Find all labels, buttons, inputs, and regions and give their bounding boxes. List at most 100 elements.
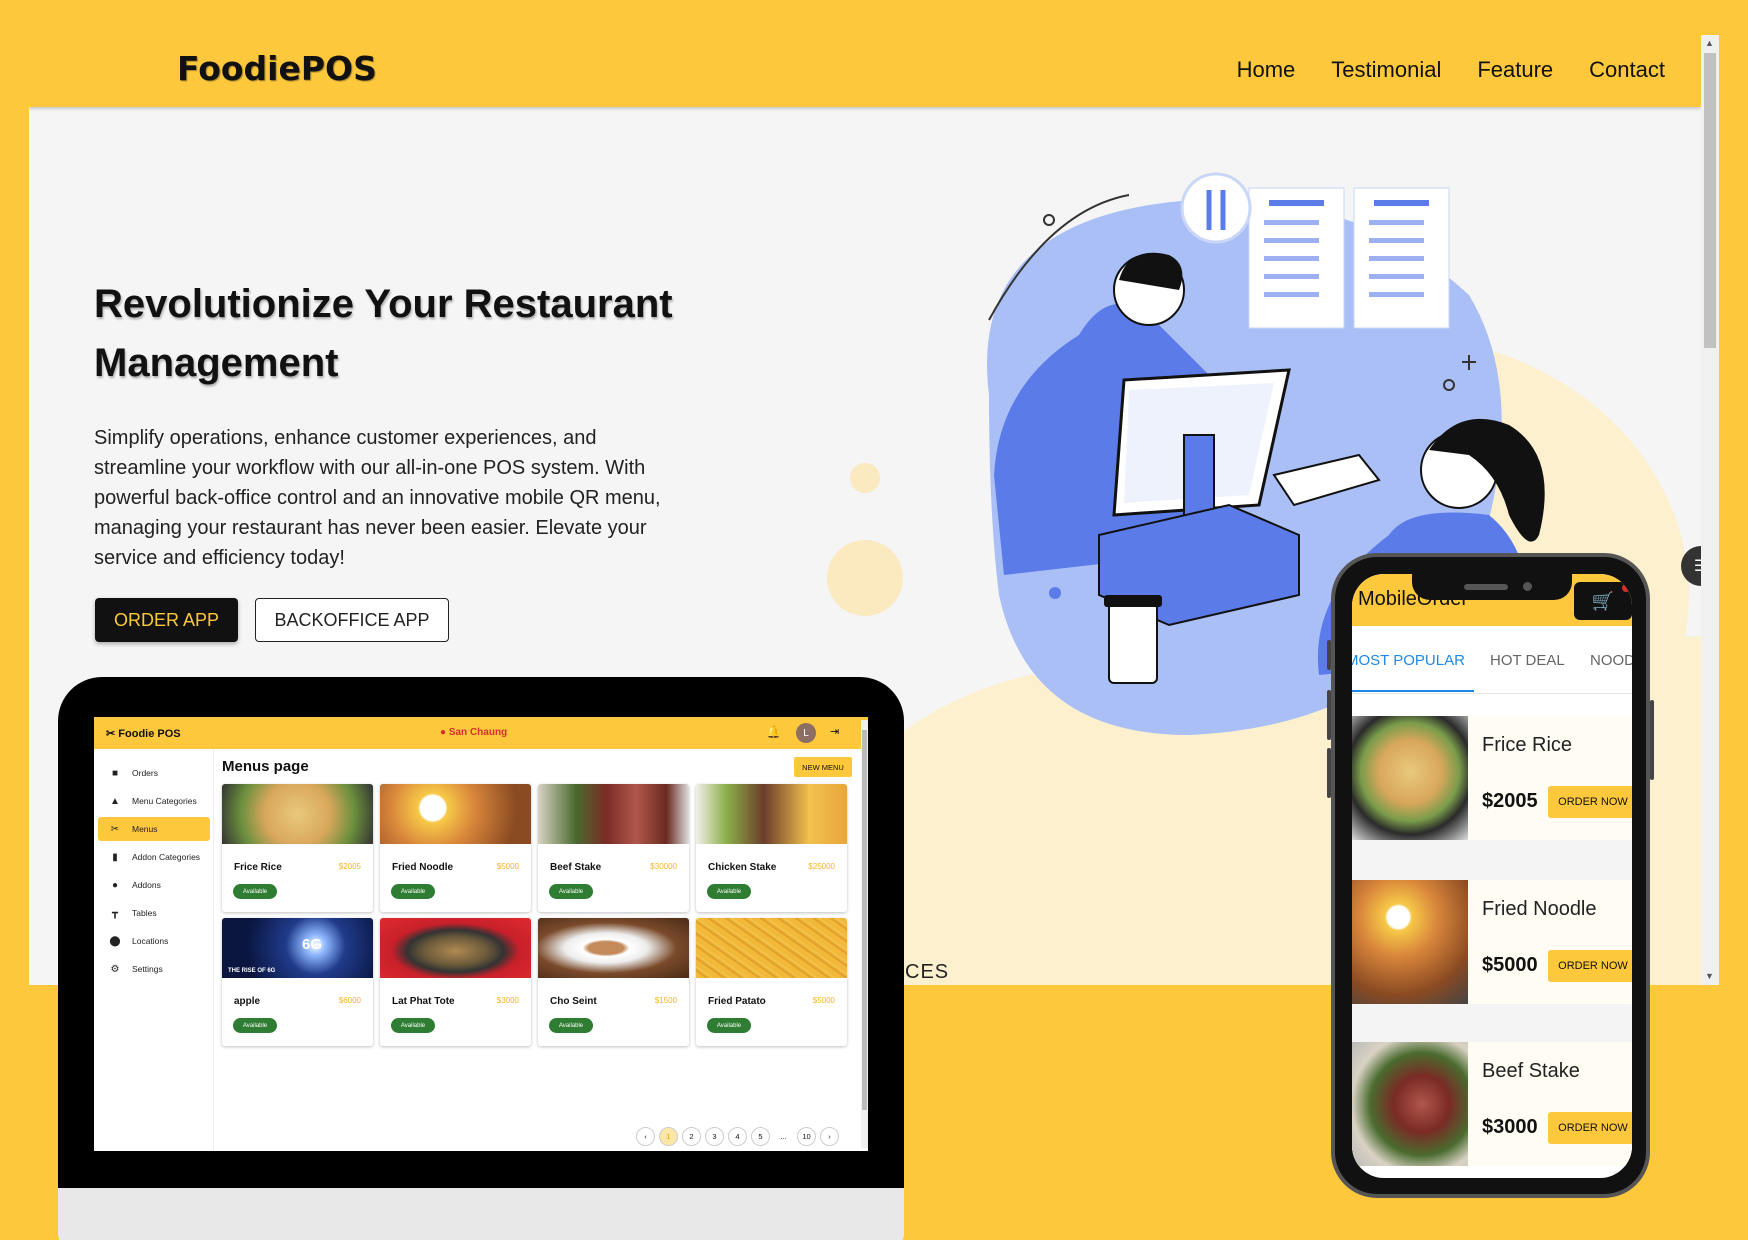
- hero-title: Revolutionize Your Restaurant Management: [94, 282, 673, 385]
- menu-card[interactable]: Chicken Stake $25000 Available: [696, 784, 847, 912]
- cart-button[interactable]: 🛒: [1574, 582, 1632, 620]
- sidebar-item-locations[interactable]: ⬤ Locations: [98, 929, 210, 953]
- menu-card[interactable]: Lat Phat Tote $3000 Available: [380, 918, 531, 1046]
- page-title: Menus page: [222, 758, 309, 775]
- sidebar-item-addons[interactable]: ● Addons: [98, 873, 210, 897]
- page-button[interactable]: 1: [659, 1127, 678, 1146]
- order-now-button[interactable]: ORDER NOW: [1548, 950, 1632, 982]
- cart-badge: [1622, 584, 1630, 592]
- egg-icon: ●: [111, 879, 119, 891]
- nav-home-link[interactable]: Home: [1237, 57, 1296, 83]
- menu-price: $30000: [650, 862, 677, 871]
- menu-card[interactable]: Beef Stake $30000 Available: [538, 784, 689, 912]
- categories-icon: ▲: [110, 795, 120, 807]
- menu-card[interactable]: Cho Seint $1500 Available: [538, 918, 689, 1046]
- location-selector[interactable]: ● San Chaung: [440, 727, 507, 738]
- menu-name: Chicken Stake: [708, 862, 777, 873]
- avatar[interactable]: L: [796, 723, 816, 743]
- phone-side-button: [1650, 700, 1654, 780]
- page-button[interactable]: 2: [682, 1127, 701, 1146]
- nav-feature-link[interactable]: Feature: [1477, 57, 1553, 83]
- new-menu-button[interactable]: NEW MENU: [794, 757, 852, 777]
- prev-page-button[interactable]: ‹: [636, 1127, 655, 1146]
- order-now-button[interactable]: ORDER NOW: [1548, 1112, 1632, 1144]
- bell-icon[interactable]: 🔔: [766, 725, 781, 739]
- menu-card[interactable]: 6G THE RISE OF 6G apple $6000 Available: [222, 918, 373, 1046]
- image-caption-text: THE RISE OF 6G: [228, 968, 276, 974]
- menu-price: $2005: [338, 862, 361, 871]
- list-divider: [1352, 840, 1632, 880]
- bag-icon: ■: [111, 767, 119, 779]
- status-badge: Available: [391, 884, 435, 899]
- item-details: Fried Noodle $5000 ORDER NOW: [1468, 880, 1632, 1004]
- menu-name: Cho Seint: [550, 996, 597, 1007]
- sidebar-item-settings[interactable]: ⚙ Settings: [98, 957, 210, 981]
- phone-mockup: MobileOrder 🛒 MOST POPULAR HOT DEAL NOOD…: [1331, 553, 1650, 1198]
- item-price: $3000: [1482, 1116, 1538, 1138]
- item-details: Frice Rice $2005 ORDER NOW: [1468, 716, 1632, 840]
- mobile-order-screen: MobileOrder 🛒 MOST POPULAR HOT DEAL NOOD…: [1352, 574, 1632, 1178]
- active-tab-indicator: [1352, 690, 1474, 692]
- list-item[interactable]: Fried Noodle $5000 ORDER NOW: [1352, 880, 1632, 1004]
- menu-card[interactable]: Fried Noodle $5000 Available: [380, 784, 531, 912]
- location-pin-icon: ⬤: [109, 935, 121, 947]
- tab-hot-deal[interactable]: HOT DEAL: [1490, 652, 1565, 669]
- page-ellipsis: ...: [780, 1132, 787, 1141]
- sidebar-item-addon-categories[interactable]: ▮ Addon Categories: [98, 845, 210, 869]
- site-logo[interactable]: FoodiePOS: [177, 49, 377, 88]
- gear-icon: ⚙: [110, 963, 120, 975]
- status-badge: Available: [233, 884, 277, 899]
- phone-side-button: [1327, 748, 1331, 798]
- location-pin-icon: ●: [440, 727, 449, 738]
- menu-name: Fried Noodle: [392, 862, 454, 873]
- utensils-icon: ✂: [110, 823, 120, 835]
- list-divider: [1352, 1004, 1632, 1044]
- item-details: Beef Stake $3000 ORDER NOW: [1468, 1042, 1632, 1166]
- tab-noodle[interactable]: NOODLE: [1590, 652, 1632, 669]
- menu-name: apple: [234, 996, 261, 1007]
- utensils-icon: ✂: [106, 728, 119, 740]
- page-scrollbar[interactable]: ▲ ▼: [1701, 35, 1719, 985]
- sidebar-item-menus[interactable]: ✂ Menus: [98, 817, 210, 841]
- tab-most-popular[interactable]: MOST POPULAR: [1352, 652, 1465, 669]
- menu-price: $5000: [812, 996, 835, 1005]
- page-button[interactable]: 3: [705, 1127, 724, 1146]
- next-page-button[interactable]: ›: [820, 1127, 839, 1146]
- lat-phat-tote-image: [380, 918, 531, 978]
- fried-noodle-image: [1352, 880, 1468, 1004]
- scroll-down-icon[interactable]: ▼: [1705, 971, 1714, 981]
- menu-price: $6000: [338, 996, 361, 1005]
- menu-price: $1500: [654, 996, 677, 1005]
- order-app-button[interactable]: ORDER APP: [95, 598, 238, 642]
- status-badge: Available: [707, 1018, 751, 1033]
- phone-side-button: [1327, 640, 1331, 670]
- frice-rice-image: [1352, 716, 1468, 840]
- table-icon: ┳: [111, 907, 119, 919]
- nav-contact-link[interactable]: Contact: [1589, 57, 1665, 83]
- list-item[interactable]: Frice Rice $2005 ORDER NOW: [1352, 716, 1632, 840]
- list-item[interactable]: Beef Stake $3000 ORDER NOW: [1352, 1042, 1632, 1166]
- backoffice-scrollbar[interactable]: [861, 720, 868, 1148]
- scroll-up-icon[interactable]: ▲: [1705, 38, 1714, 48]
- beef-stake-image: [1352, 1042, 1468, 1166]
- sidebar-item-orders[interactable]: ■ Orders: [98, 761, 210, 785]
- menu-card[interactable]: Fried Patato $5000 Available: [696, 918, 847, 1046]
- order-now-button[interactable]: ORDER NOW: [1548, 786, 1632, 818]
- beef-stake-image: [538, 784, 689, 844]
- menu-card[interactable]: Frice Rice $2005 Available: [222, 784, 373, 912]
- sidebar-item-tables[interactable]: ┳ Tables: [98, 901, 210, 925]
- book-icon: ▮: [112, 851, 118, 863]
- phone-notch: [1412, 574, 1572, 600]
- nav-testimonial-link[interactable]: Testimonial: [1331, 57, 1441, 83]
- menu-name: Beef Stake: [550, 862, 602, 873]
- backoffice-app-button[interactable]: BACKOFFICE APP: [255, 598, 449, 642]
- page-button[interactable]: 5: [751, 1127, 770, 1146]
- page-button[interactable]: 4: [728, 1127, 747, 1146]
- sidebar-item-menu-categories[interactable]: ▲ Menu Categories: [98, 789, 210, 813]
- scroll-thumb[interactable]: [1704, 53, 1716, 348]
- page-button[interactable]: 10: [797, 1127, 816, 1146]
- frice-rice-image: [222, 784, 373, 844]
- mobile-tabs: MOST POPULAR HOT DEAL NOODLE: [1352, 626, 1632, 694]
- status-badge: Available: [549, 1018, 593, 1033]
- logout-icon[interactable]: ⇥: [830, 725, 839, 738]
